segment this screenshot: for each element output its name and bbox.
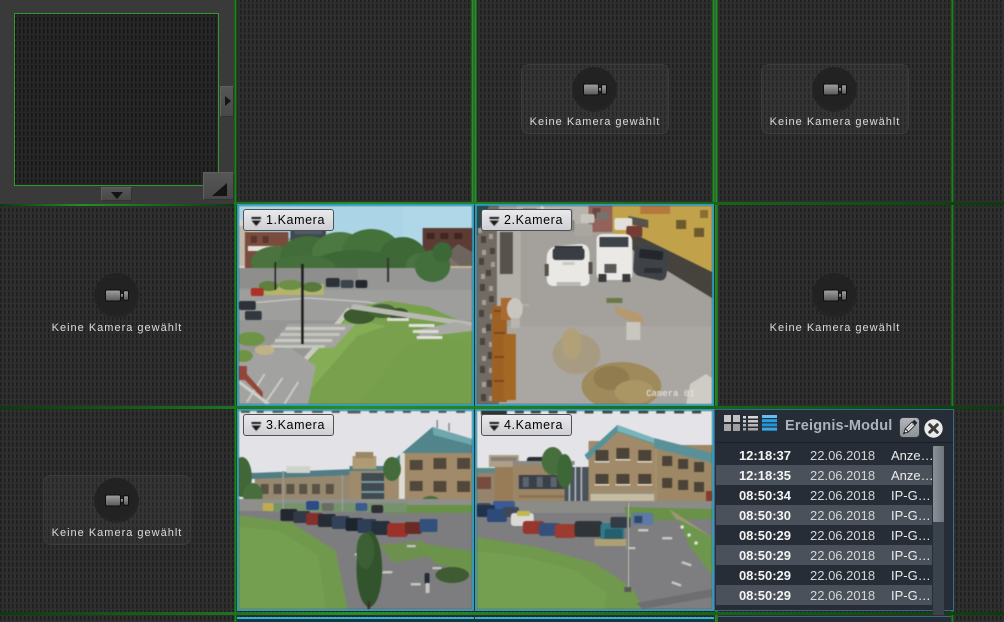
svg-text:Camera 01: Camera 01 <box>646 389 694 399</box>
